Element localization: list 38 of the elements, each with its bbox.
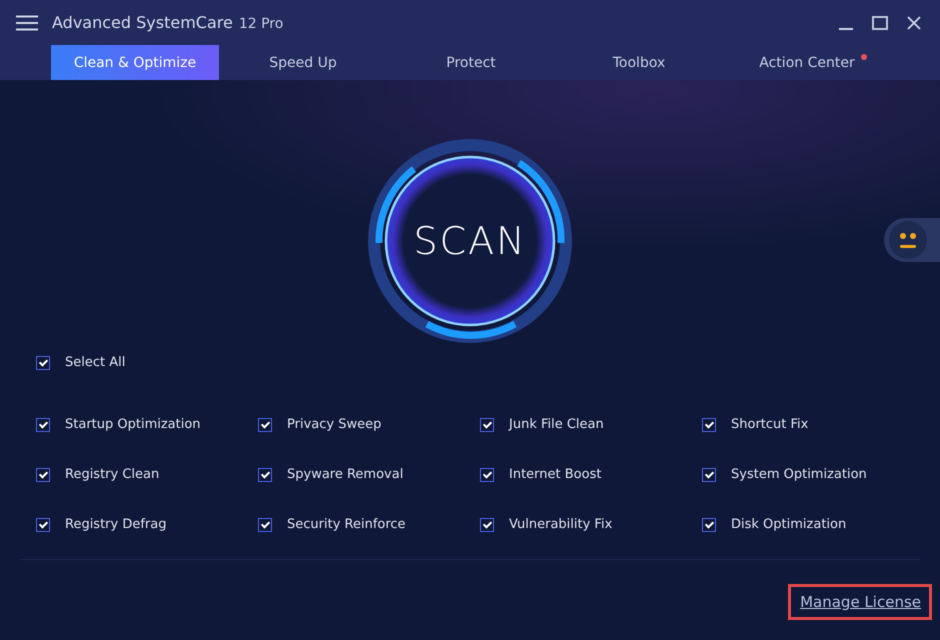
- checkbox[interactable]: [36, 356, 50, 370]
- option-label: Select All: [65, 355, 126, 370]
- option-label: Disk Optimization: [731, 517, 846, 532]
- checkbox[interactable]: [480, 468, 494, 482]
- option-label: Registry Clean: [65, 467, 160, 482]
- neutral-face-icon: [888, 220, 928, 260]
- checkbox[interactable]: [36, 418, 50, 432]
- tab[interactable]: Clean & Optimize: [51, 45, 219, 80]
- checkbox[interactable]: [702, 468, 716, 482]
- checkbox[interactable]: [480, 518, 494, 532]
- checkbox[interactable]: [258, 468, 272, 482]
- tab[interactable]: Protect: [387, 45, 555, 80]
- tab[interactable]: Action Center: [723, 45, 891, 80]
- checkbox[interactable]: [702, 418, 716, 432]
- edition-label: 12 Pro: [238, 16, 284, 32]
- option-label: Internet Boost: [509, 467, 602, 482]
- tab[interactable]: Speed Up: [219, 45, 387, 80]
- app-title: Advanced SystemCare: [52, 13, 233, 32]
- checkbox[interactable]: [258, 418, 272, 432]
- checkbox[interactable]: [36, 518, 50, 532]
- manage-license-link[interactable]: Manage License: [788, 584, 932, 620]
- scan-button[interactable]: SCAN: [367, 138, 573, 344]
- menu-icon[interactable]: [16, 14, 38, 30]
- checkbox[interactable]: [36, 468, 50, 482]
- option-label: Startup Optimization: [65, 417, 201, 432]
- option-label: Shortcut Fix: [731, 417, 808, 432]
- option-label: Registry Defrag: [65, 517, 166, 532]
- checkbox[interactable]: [702, 518, 716, 532]
- option-label: Privacy Sweep: [287, 417, 382, 432]
- option-label: Vulnerability Fix: [509, 517, 612, 532]
- tab[interactable]: Toolbox: [555, 45, 723, 80]
- smiley-button[interactable]: [884, 218, 940, 262]
- option-label: Spyware Removal: [287, 467, 404, 482]
- checkbox[interactable]: [480, 418, 494, 432]
- option-label: Security Reinforce: [287, 517, 406, 532]
- checkbox[interactable]: [258, 518, 272, 532]
- option-label: System Optimization: [731, 467, 867, 482]
- option-label: Junk File Clean: [509, 417, 604, 432]
